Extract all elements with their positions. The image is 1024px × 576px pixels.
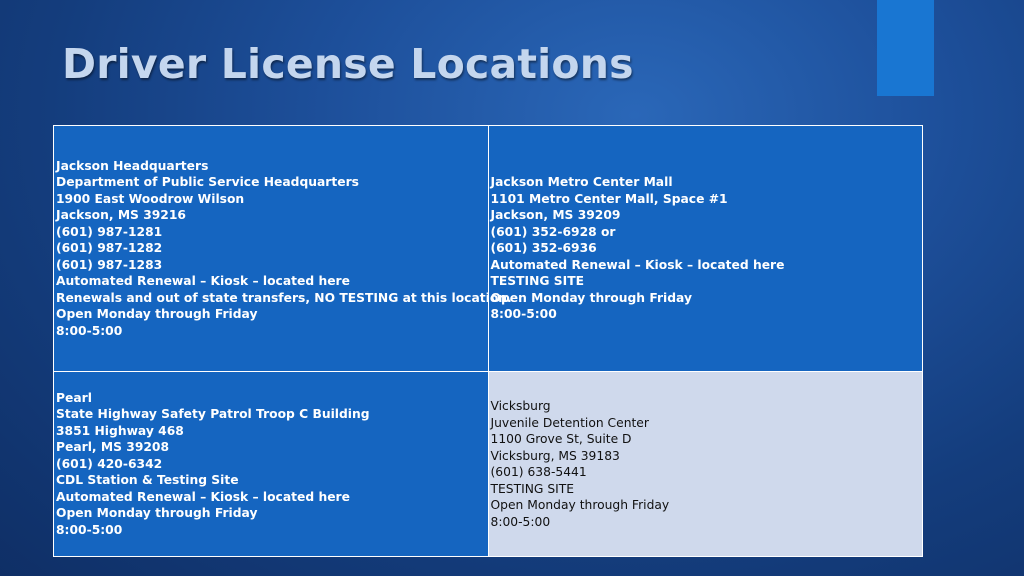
cell-line: State Highway Safety Patrol Troop C Buil… [56,407,370,422]
cell-line: Open Monday through Friday [56,307,258,322]
cell-line: 3851 Highway 468 [56,423,184,438]
cell-line: 8:00-5:00 [490,514,551,529]
slide: Driver License Locations Jackson Headqua… [0,0,1024,576]
accent-bar [877,0,934,96]
location-cell-vicksburg: Vicksburg Juvenile Detention Center 1100… [487,371,923,557]
cell-line: Open Monday through Friday [490,498,670,512]
cell-line: Jackson Headquarters [56,158,209,173]
cell-line: Jackson, MS 39216 [56,208,186,223]
cell-line: Vicksburg [490,399,551,413]
cell-line: 1101 Metro Center Mall, Space #1 [490,191,728,206]
slide-title: Driver License Locations [62,40,634,88]
location-cell-jackson-metro: Jackson Metro Center Mall 1101 Metro Cen… [487,125,923,372]
cell-line: (601) 352-6936 [490,241,597,256]
location-cell-jackson-hq: Jackson Headquarters Department of Publi… [53,125,512,372]
locations-table: Jackson Headquarters Department of Publi… [53,125,923,557]
cell-line: Renewals and out of state transfers, NO … [56,290,512,305]
location-cell-pearl: Pearl State Highway Safety Patrol Troop … [53,371,489,557]
cell-line: Automated Renewal – Kiosk – located here [490,257,785,272]
cell-line: Pearl, MS 39208 [56,440,170,455]
cell-line: (601) 987-1281 [56,224,163,239]
cell-line: Juvenile Detention Center [490,415,649,430]
cell-line: Jackson, MS 39209 [490,208,621,223]
cell-line: Vicksburg, MS 39183 [490,448,620,463]
cell-line: TESTING SITE [490,481,575,496]
cell-line: Jackson Metro Center Mall [490,175,673,190]
table-row: Jackson Headquarters Department of Publi… [53,125,923,372]
cell-line: Open Monday through Friday [56,506,258,521]
cell-line: Pearl [56,390,92,405]
cell-line: Open Monday through Friday [490,290,692,305]
cell-line: Automated Renewal – Kiosk – located here [56,274,350,289]
cell-line: Department of Public Service Headquarter… [56,175,359,190]
cell-line: (601) 987-1283 [56,257,163,272]
cell-line: Automated Renewal – Kiosk – located here [56,489,350,504]
cell-line: (601) 987-1282 [56,241,163,256]
cell-line: TESTING SITE [490,274,585,289]
cell-line: CDL Station & Testing Site [56,473,239,488]
cell-line: 1100 Grove St, Suite D [490,432,632,446]
cell-line: 8:00-5:00 [56,522,123,537]
cell-line: 1900 East Woodrow Wilson [56,191,245,206]
cell-line: (601) 352-6928 or [490,224,616,239]
cell-line: 8:00-5:00 [490,307,557,322]
cell-line: 8:00-5:00 [56,323,123,338]
cell-line: (601) 638-5441 [490,465,587,479]
cell-line: (601) 420-6342 [56,456,163,471]
table-row: Pearl State Highway Safety Patrol Troop … [53,371,923,557]
